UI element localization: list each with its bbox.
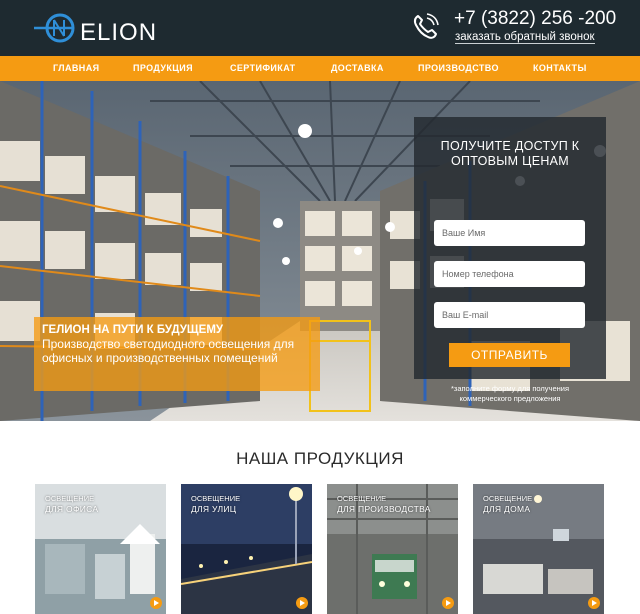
name-input[interactable] bbox=[434, 220, 585, 246]
card-line1: ОСВЕЩЕНИЕ bbox=[45, 494, 95, 503]
card-line2: ДЛЯ ДОМА bbox=[483, 504, 531, 514]
products-title: НАША ПРОДУКЦИЯ bbox=[236, 449, 404, 468]
logo-mark-icon bbox=[34, 13, 75, 43]
nav-item-products[interactable]: ПРОДУКЦИЯ bbox=[133, 56, 193, 81]
card-label: ОСВЕЩЕНИЕ ДЛЯ ДОМА bbox=[483, 494, 532, 514]
promo-title: ГЕЛИОН НА ПУТИ К БУДУЩЕМУ bbox=[42, 324, 224, 336]
card-label: ОСВЕЩЕНИЕ ДЛЯ УЛИЦ bbox=[191, 494, 240, 514]
card-label: ОСВЕЩЕНИЕ ДЛЯ ОФИСА bbox=[45, 494, 98, 514]
phone-number[interactable]: +7 (3822) 256 -200 bbox=[454, 8, 616, 30]
promo-box: ГЕЛИОН НА ПУТИ К БУДУЩЕМУ Производство с… bbox=[34, 317, 320, 391]
callback-link[interactable]: заказать обратный звонок bbox=[455, 31, 595, 44]
card-line1: ОСВЕЩЕНИЕ bbox=[337, 494, 387, 503]
card-line2: ДЛЯ ПРОИЗВОДСТВА bbox=[337, 504, 431, 514]
email-input[interactable] bbox=[434, 302, 585, 328]
play-arrow-icon[interactable] bbox=[588, 597, 600, 609]
card-line1: ОСВЕЩЕНИЕ bbox=[191, 494, 241, 503]
nav-item-delivery[interactable]: ДОСТАВКА bbox=[331, 56, 384, 81]
nav-item-production[interactable]: ПРОИЗВОДСТВО bbox=[418, 56, 499, 81]
product-card-industrial[interactable]: ОСВЕЩЕНИЕ ДЛЯ ПРОИЗВОДСТВА bbox=[327, 484, 458, 614]
main-nav: ГЛАВНАЯ ПРОДУКЦИЯ СЕРТИФИКАТ ДОСТАВКА ПР… bbox=[0, 56, 640, 81]
form-note: *заполните форму для получения коммерчес… bbox=[414, 384, 606, 404]
nav-item-certificate[interactable]: СЕРТИФИКАТ bbox=[230, 56, 296, 81]
product-card-office[interactable]: ОСВЕЩЕНИЕ ДЛЯ ОФИСА bbox=[35, 484, 166, 614]
phone-icon bbox=[413, 13, 439, 39]
product-card-street[interactable]: ОСВЕЩЕНИЕ ДЛЯ УЛИЦ bbox=[181, 484, 312, 614]
wholesale-form: ПОЛУЧИТЕ ДОСТУП К ОПТОВЫМ ЦЕНАМ ОТПРАВИТ… bbox=[414, 117, 606, 403]
hero-banner: ГЕЛИОН НА ПУТИ К БУДУЩЕМУ Производство с… bbox=[0, 81, 640, 421]
form-title-line2: ОПТОВЫМ ЦЕНАМ bbox=[450, 154, 570, 168]
logo-text: ELION bbox=[80, 19, 158, 46]
logo[interactable]: ELION bbox=[34, 8, 158, 48]
card-line1: ОСВЕЩЕНИЕ bbox=[483, 494, 533, 503]
product-card-home[interactable]: ОСВЕЩЕНИЕ ДЛЯ ДОМА bbox=[473, 484, 604, 614]
nav-item-home[interactable]: ГЛАВНАЯ bbox=[53, 56, 99, 81]
promo-text: Производство светодиодного освещения для… bbox=[42, 337, 295, 365]
form-title-line1: ПОЛУЧИТЕ ДОСТУП К bbox=[440, 139, 580, 153]
card-line2: ДЛЯ УЛИЦ bbox=[191, 504, 237, 514]
card-label: ОСВЕЩЕНИЕ ДЛЯ ПРОИЗВОДСТВА bbox=[337, 494, 431, 514]
phone-input[interactable] bbox=[434, 261, 585, 287]
submit-button[interactable]: ОТПРАВИТЬ bbox=[449, 343, 570, 367]
form-note-line2: коммерческого предложения bbox=[459, 394, 561, 403]
card-line2: ДЛЯ ОФИСА bbox=[45, 504, 99, 514]
play-arrow-icon[interactable] bbox=[150, 597, 162, 609]
play-arrow-icon[interactable] bbox=[442, 597, 454, 609]
nav-item-contacts[interactable]: КОНТАКТЫ bbox=[533, 56, 587, 81]
form-note-line1: *заполните форму для получения bbox=[450, 384, 570, 393]
form-title: ПОЛУЧИТЕ ДОСТУП К ОПТОВЫМ ЦЕНАМ bbox=[414, 139, 606, 169]
play-arrow-icon[interactable] bbox=[296, 597, 308, 609]
site-header: ELION +7 (3822) 256 -200 заказать обратн… bbox=[0, 0, 640, 56]
